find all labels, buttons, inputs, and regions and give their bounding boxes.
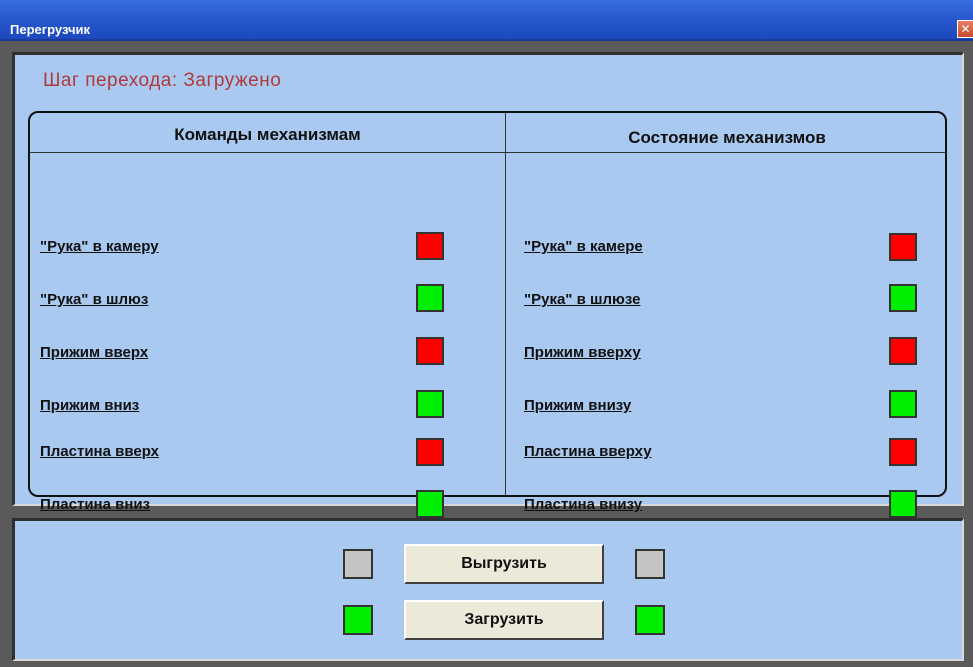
load-button[interactable]: Загрузить bbox=[404, 600, 604, 640]
command-arm-to-chamber-link[interactable]: "Рука" в камеру bbox=[40, 238, 159, 255]
state-clamp-down-indicator bbox=[889, 390, 917, 418]
state-arm-in-lock-indicator bbox=[889, 284, 917, 312]
state-clamp-up-indicator bbox=[889, 337, 917, 365]
command-clamp-down-link[interactable]: Прижим вниз bbox=[40, 397, 139, 414]
load-right-indicator bbox=[635, 605, 665, 635]
mechanisms-panel: Шаг перехода: Загружено Команды механизм… bbox=[12, 52, 964, 518]
step-status-label: Шаг перехода: Загружено bbox=[43, 70, 282, 91]
command-plate-up-indicator bbox=[416, 438, 444, 466]
unload-right-indicator bbox=[635, 549, 665, 579]
state-plate-down-indicator bbox=[889, 490, 917, 518]
state-arm-in-chamber-indicator bbox=[889, 233, 917, 261]
command-clamp-down-indicator bbox=[416, 390, 444, 418]
command-clamp-up-link[interactable]: Прижим вверх bbox=[40, 344, 148, 361]
loader-window: Перегрузчик ✕ Шаг перехода: Загружено Ко… bbox=[0, 0, 973, 667]
state-plate-up-link[interactable]: Пластина вверху bbox=[524, 443, 652, 460]
close-icon[interactable]: ✕ bbox=[957, 20, 973, 38]
command-plate-down-link[interactable]: Пластина вниз bbox=[40, 496, 150, 513]
command-arm-to-chamber-indicator bbox=[416, 232, 444, 260]
mechanisms-table: Команды механизмам Состояние механизмов … bbox=[28, 111, 947, 518]
column-divider bbox=[505, 113, 506, 495]
command-plate-down-indicator bbox=[416, 490, 444, 518]
command-clamp-up-indicator bbox=[416, 337, 444, 365]
unload-left-indicator bbox=[343, 549, 373, 579]
command-arm-to-lock-indicator bbox=[416, 284, 444, 312]
unload-button[interactable]: Выгрузить bbox=[404, 544, 604, 584]
window-title: Перегрузчик bbox=[10, 22, 90, 37]
command-plate-up-link[interactable]: Пластина вверх bbox=[40, 443, 159, 460]
actions-panel: Выгрузить Загрузить bbox=[12, 518, 964, 661]
state-plate-down-link[interactable]: Пластина внизу bbox=[524, 496, 642, 513]
state-clamp-up-link[interactable]: Прижим вверху bbox=[524, 344, 641, 361]
state-arm-in-chamber-link[interactable]: "Рука" в камере bbox=[524, 238, 643, 255]
states-header: Состояние механизмов bbox=[628, 128, 826, 147]
state-arm-in-lock-link[interactable]: "Рука" в шлюзе bbox=[524, 291, 640, 308]
header-divider bbox=[30, 152, 945, 153]
state-plate-up-indicator bbox=[889, 438, 917, 466]
command-arm-to-lock-link[interactable]: "Рука" в шлюз bbox=[40, 291, 148, 308]
state-clamp-down-link[interactable]: Прижим внизу bbox=[524, 397, 631, 414]
load-left-indicator bbox=[343, 605, 373, 635]
title-bar[interactable]: Перегрузчик ✕ bbox=[0, 0, 973, 41]
commands-header: Команды механизмам bbox=[174, 125, 361, 144]
